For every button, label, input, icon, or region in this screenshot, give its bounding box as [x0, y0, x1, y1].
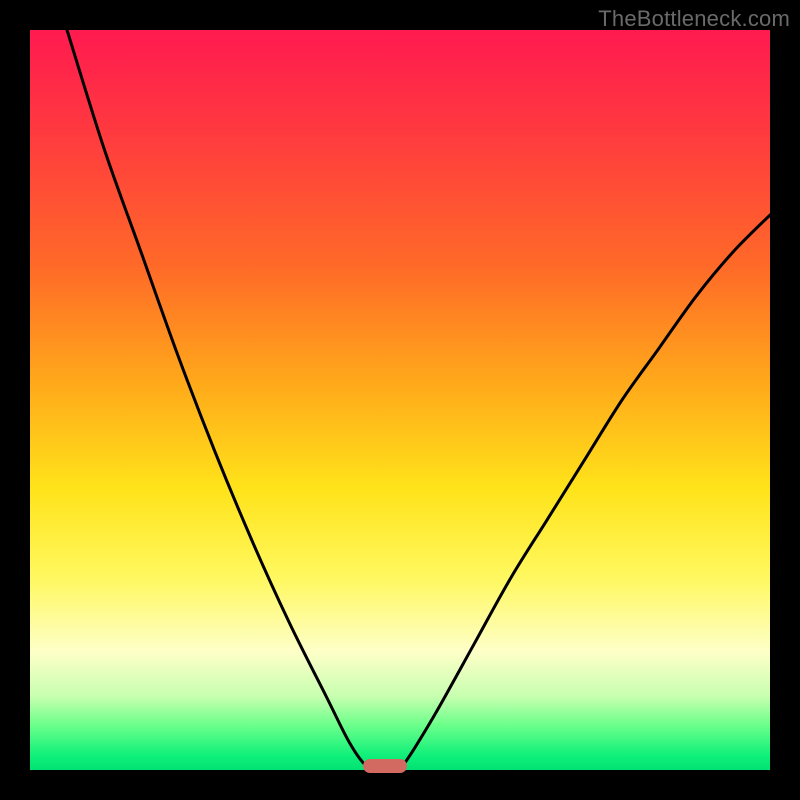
curve-right-branch — [400, 215, 770, 770]
plot-area — [30, 30, 770, 770]
bottleneck-marker — [363, 759, 407, 773]
curve-left-branch — [67, 30, 374, 770]
bottleneck-curve — [30, 30, 770, 770]
watermark-text: TheBottleneck.com — [598, 6, 790, 32]
chart-frame: TheBottleneck.com — [0, 0, 800, 800]
